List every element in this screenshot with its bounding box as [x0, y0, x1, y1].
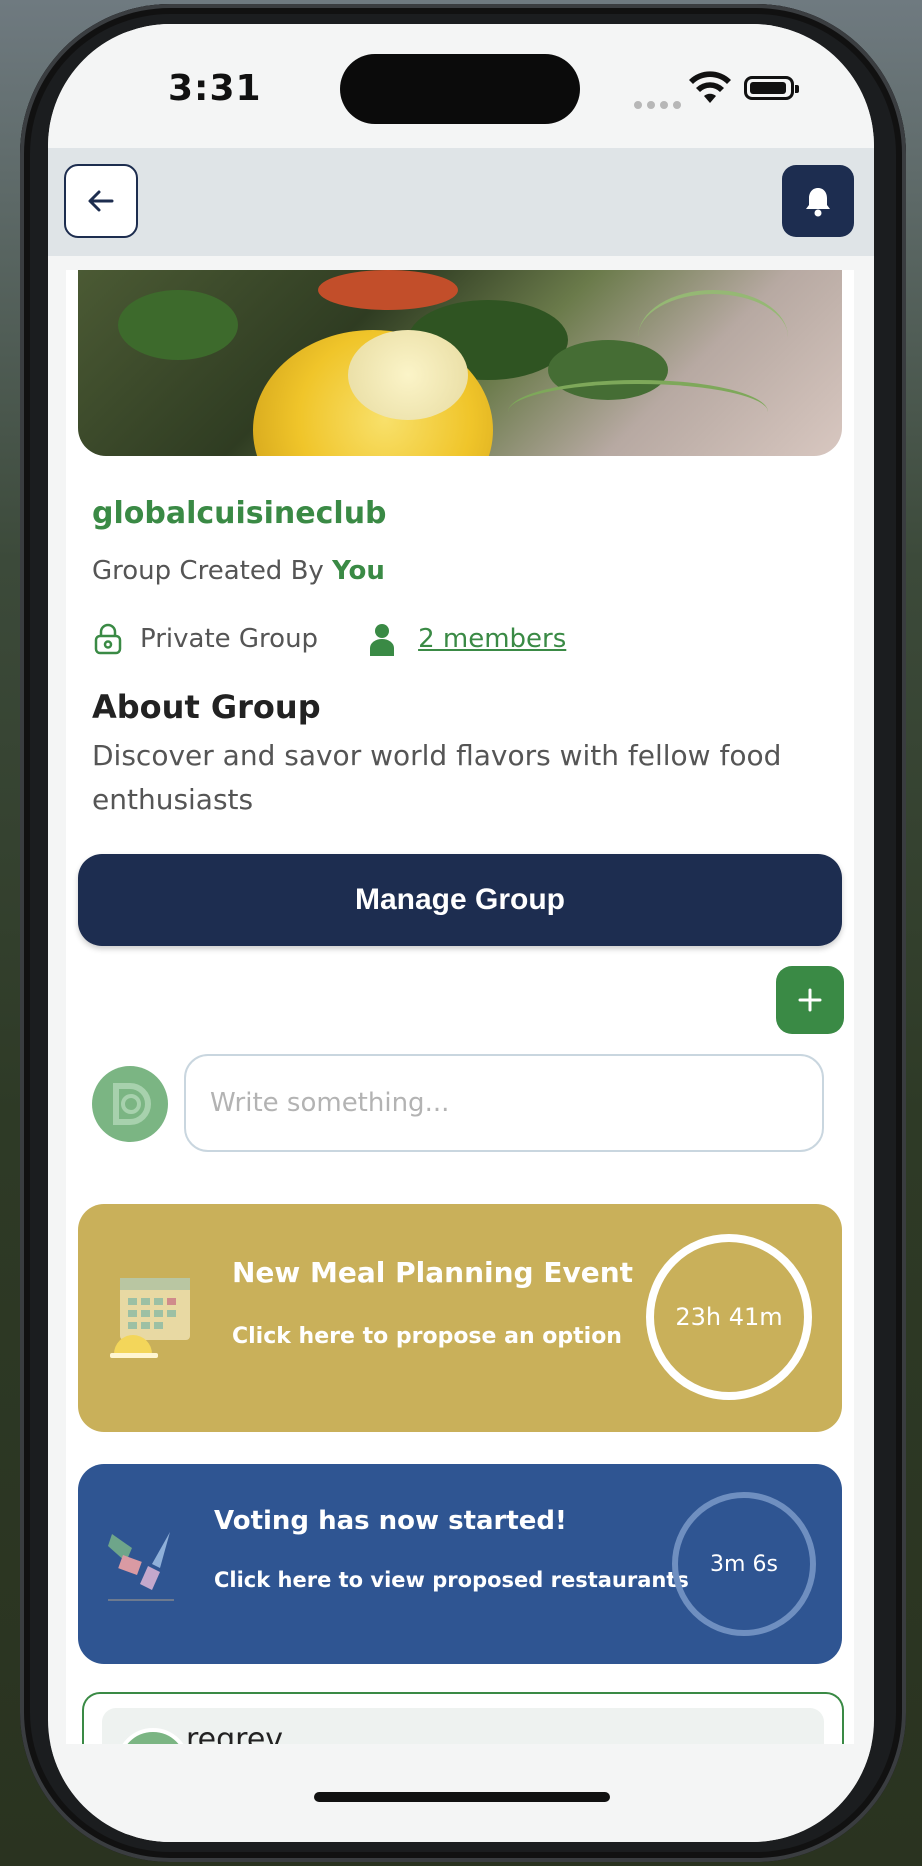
- voting-countdown-timer: 3m 6s: [672, 1492, 816, 1636]
- event-title: New Meal Planning Event: [232, 1256, 634, 1289]
- arrow-left-icon: [88, 190, 114, 212]
- voting-hands-icon: [108, 1532, 174, 1601]
- add-post-button[interactable]: [776, 966, 844, 1034]
- battery-icon: [744, 76, 799, 100]
- home-indicator[interactable]: [314, 1792, 610, 1802]
- calendar-icon: [110, 1278, 190, 1358]
- plus-icon: [798, 988, 822, 1012]
- bell-icon: [806, 188, 830, 217]
- about-group-heading: About Group: [92, 688, 321, 726]
- members-link[interactable]: 2 members: [418, 624, 566, 654]
- event-subtitle: Click here to propose an option: [232, 1324, 622, 1349]
- app-logo-icon: [113, 1083, 151, 1125]
- top-app-bar: [48, 148, 874, 256]
- lock-icon: [94, 623, 122, 655]
- group-cover-image: [78, 270, 842, 456]
- status-bar: 3:31: [48, 24, 874, 148]
- status-time: 3:31: [168, 68, 262, 109]
- manage-group-button[interactable]: Manage Group: [78, 854, 842, 946]
- event-countdown-timer: 23h 41m: [646, 1234, 812, 1400]
- voting-timer-text: 3m 6s: [710, 1551, 778, 1577]
- app-screen: 3:31 globalcuisineclub Group Created By …: [48, 24, 874, 1842]
- dynamic-island: [340, 54, 580, 124]
- group-meta: Private Group 2 members: [92, 622, 566, 656]
- voting-card[interactable]: Voting has now started! Click here to vi…: [78, 1464, 842, 1664]
- meal-planning-event-card[interactable]: New Meal Planning Event Click here to pr…: [78, 1204, 842, 1432]
- group-creator: Group Created By You: [92, 556, 385, 586]
- creator-name: You: [332, 556, 385, 586]
- created-by-label: Group Created By: [92, 556, 324, 586]
- about-group-description: Discover and savor world flavors with fe…: [92, 739, 782, 816]
- wifi-icon: [689, 71, 731, 103]
- voting-subtitle: Click here to view proposed restaurants: [214, 1568, 689, 1592]
- cellular-signal-icon: [634, 94, 686, 113]
- member-icon: [370, 624, 395, 656]
- post-composer-input[interactable]: [184, 1054, 824, 1152]
- event-timer-text: 23h 41m: [675, 1303, 783, 1331]
- notifications-button[interactable]: [782, 165, 854, 237]
- user-avatar: [92, 1066, 168, 1142]
- group-name: globalcuisineclub: [92, 496, 387, 531]
- privacy-label: Private Group: [140, 624, 319, 654]
- back-button[interactable]: [64, 164, 138, 238]
- voting-title: Voting has now started!: [214, 1506, 567, 1536]
